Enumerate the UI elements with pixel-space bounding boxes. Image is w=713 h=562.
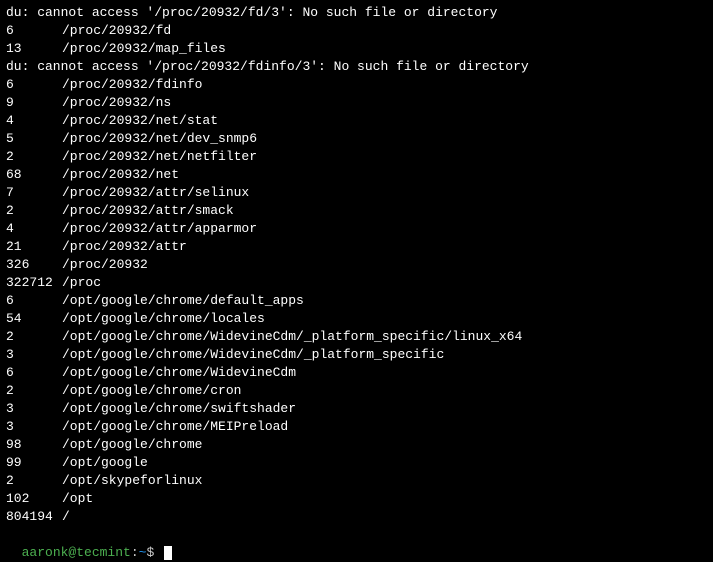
du-output-line: 99/opt/google <box>6 454 707 472</box>
du-output-line: 6/opt/google/chrome/default_apps <box>6 292 707 310</box>
du-output-line: 3/opt/google/chrome/WidevineCdm/_platfor… <box>6 346 707 364</box>
du-output-line: 804194/ <box>6 508 707 526</box>
path-value: /proc/20932/net <box>62 166 179 184</box>
prompt-colon: : <box>131 545 139 560</box>
size-value: 6 <box>6 364 62 382</box>
size-value: 3 <box>6 400 62 418</box>
path-value: /proc/20932/fd <box>62 22 171 40</box>
du-output-line: 13/proc/20932/map_files <box>6 40 707 58</box>
size-value: 4 <box>6 220 62 238</box>
error-text: du: cannot access '/proc/20932/fdinfo/3'… <box>6 59 529 74</box>
size-value: 6 <box>6 76 62 94</box>
size-value: 102 <box>6 490 62 508</box>
du-output-line: 6/opt/google/chrome/WidevineCdm <box>6 364 707 382</box>
path-value: /opt/google/chrome/default_apps <box>62 292 304 310</box>
du-output-line: 4/proc/20932/net/stat <box>6 112 707 130</box>
size-value: 7 <box>6 184 62 202</box>
du-output-line: 98/opt/google/chrome <box>6 436 707 454</box>
du-output-line: 2/opt/google/chrome/WidevineCdm/_platfor… <box>6 328 707 346</box>
path-value: /proc <box>62 274 101 292</box>
prompt-line[interactable]: aaronk@tecmint:~$ <box>6 526 707 562</box>
size-value: 3 <box>6 418 62 436</box>
size-value: 99 <box>6 454 62 472</box>
size-value: 326 <box>6 256 62 274</box>
path-value: /opt <box>62 490 93 508</box>
size-value: 6 <box>6 22 62 40</box>
size-value: 68 <box>6 166 62 184</box>
du-output-line: 322712/proc <box>6 274 707 292</box>
path-value: /proc/20932/attr/apparmor <box>62 220 257 238</box>
prompt-user-host: aaronk@tecmint <box>22 545 131 560</box>
size-value: 2 <box>6 472 62 490</box>
size-value: 2 <box>6 202 62 220</box>
path-value: /opt/google/chrome/MEIPreload <box>62 418 288 436</box>
path-value: /opt/google/chrome/cron <box>62 382 241 400</box>
path-value: /opt/google/chrome/WidevineCdm <box>62 364 296 382</box>
size-value: 3 <box>6 346 62 364</box>
size-value: 98 <box>6 436 62 454</box>
size-value: 54 <box>6 310 62 328</box>
size-value: 322712 <box>6 274 62 292</box>
du-output-line: 3/opt/google/chrome/swiftshader <box>6 400 707 418</box>
size-value: 9 <box>6 94 62 112</box>
du-output-line: 102/opt <box>6 490 707 508</box>
path-value: /proc/20932/net/dev_snmp6 <box>62 130 257 148</box>
du-output-line: 2/opt/google/chrome/cron <box>6 382 707 400</box>
prompt-dollar: $ <box>146 545 162 560</box>
size-value: 13 <box>6 40 62 58</box>
path-value: /proc/20932/net/stat <box>62 112 218 130</box>
du-output-line: 68/proc/20932/net <box>6 166 707 184</box>
du-output-line: 54/opt/google/chrome/locales <box>6 310 707 328</box>
path-value: /proc/20932 <box>62 256 148 274</box>
path-value: /proc/20932/ns <box>62 94 171 112</box>
size-value: 2 <box>6 148 62 166</box>
path-value: /opt/google/chrome/locales <box>62 310 265 328</box>
path-value: /proc/20932/attr <box>62 238 187 256</box>
du-output-line: 2/opt/skypeforlinux <box>6 472 707 490</box>
path-value: /proc/20932/net/netfilter <box>62 148 257 166</box>
du-output-line: 2/proc/20932/attr/smack <box>6 202 707 220</box>
du-output-line: 6/proc/20932/fd <box>6 22 707 40</box>
path-value: /proc/20932/fdinfo <box>62 76 202 94</box>
path-value: /proc/20932/attr/selinux <box>62 184 249 202</box>
path-value: /opt/google <box>62 454 148 472</box>
du-output-line: 326/proc/20932 <box>6 256 707 274</box>
size-value: 21 <box>6 238 62 256</box>
path-value: /opt/google/chrome <box>62 436 202 454</box>
size-value: 2 <box>6 328 62 346</box>
du-error-line: du: cannot access '/proc/20932/fdinfo/3'… <box>6 58 707 76</box>
cursor-icon <box>164 546 172 560</box>
du-error-line: du: cannot access '/proc/20932/fd/3': No… <box>6 4 707 22</box>
size-value: 4 <box>6 112 62 130</box>
du-output-line: 2/proc/20932/net/netfilter <box>6 148 707 166</box>
error-text: du: cannot access '/proc/20932/fd/3': No… <box>6 5 497 20</box>
du-output-line: 7/proc/20932/attr/selinux <box>6 184 707 202</box>
path-value: /proc/20932/map_files <box>62 40 226 58</box>
path-value: /opt/google/chrome/swiftshader <box>62 400 296 418</box>
path-value: /opt/skypeforlinux <box>62 472 202 490</box>
size-value: 2 <box>6 382 62 400</box>
path-value: /opt/google/chrome/WidevineCdm/_platform… <box>62 346 444 364</box>
path-value: / <box>62 508 70 526</box>
prompt-path: ~ <box>139 545 147 560</box>
du-output-line: 3/opt/google/chrome/MEIPreload <box>6 418 707 436</box>
du-output-line: 5/proc/20932/net/dev_snmp6 <box>6 130 707 148</box>
du-output-line: 9/proc/20932/ns <box>6 94 707 112</box>
size-value: 6 <box>6 292 62 310</box>
size-value: 804194 <box>6 508 62 526</box>
path-value: /proc/20932/attr/smack <box>62 202 234 220</box>
du-output-line: 21/proc/20932/attr <box>6 238 707 256</box>
path-value: /opt/google/chrome/WidevineCdm/_platform… <box>62 328 522 346</box>
size-value: 5 <box>6 130 62 148</box>
terminal-output: du: cannot access '/proc/20932/fd/3': No… <box>6 4 707 526</box>
du-output-line: 6/proc/20932/fdinfo <box>6 76 707 94</box>
du-output-line: 4/proc/20932/attr/apparmor <box>6 220 707 238</box>
